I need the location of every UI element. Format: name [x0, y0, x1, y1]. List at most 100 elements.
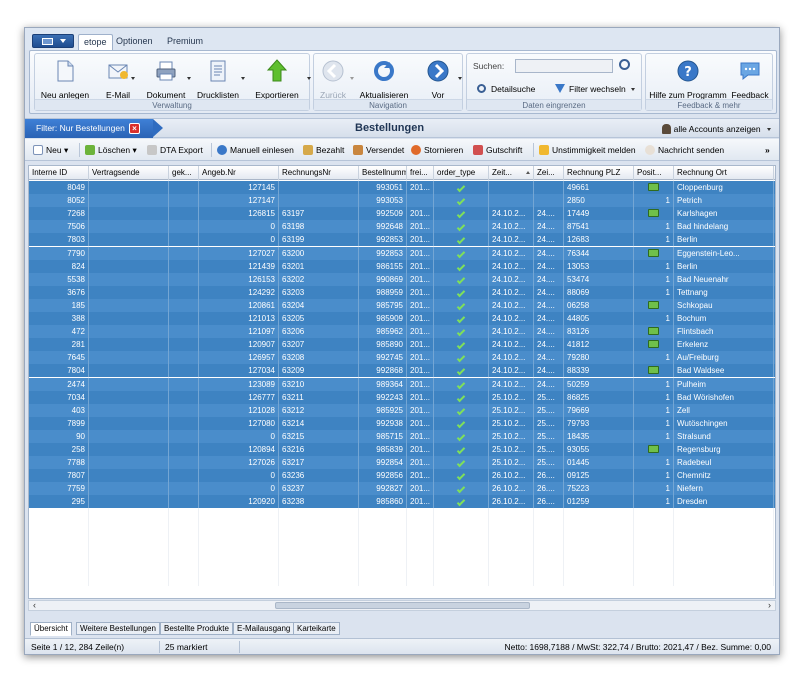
table-cell: 986155	[359, 259, 407, 273]
table-row[interactable]: 2474 123089 63210 989364 201... 24.10.2... 24.…	[29, 377, 775, 391]
table-row[interactable]: 185 120861 63204 985795 201... 24.10.2... 24..…	[29, 298, 775, 312]
column-header[interactable]: gek...	[169, 166, 199, 180]
tab-optionen[interactable]: Optionen	[111, 34, 158, 50]
money-icon	[303, 145, 313, 155]
exportieren-button[interactable]: Exportieren	[249, 57, 311, 100]
column-header[interactable]: Interne ID	[29, 166, 89, 180]
table-row[interactable]: 281 120907 63207 985890 201... 24.10.2... 24..…	[29, 338, 775, 352]
email-button[interactable]: E-Mail	[97, 57, 139, 100]
stornieren-button[interactable]: Stornieren	[411, 144, 463, 157]
table-row[interactable]: 7268 126815 63197 992509 201... 24.10.2... 24.…	[29, 207, 775, 221]
nachricht-senden-button[interactable]: Nachricht senden	[645, 144, 724, 157]
table-cell: 126777	[199, 390, 279, 404]
tab-uebersicht[interactable]: Übersicht	[30, 622, 72, 636]
table-row[interactable]: 7788 127026 63217 992854 201... 25.10.2... 25.…	[29, 456, 775, 470]
table-row[interactable]: 7899 127080 63214 992938 201... 25.10.2... 25.…	[29, 416, 775, 430]
column-header[interactable]: Zei...	[534, 166, 564, 180]
table-cell: 63214	[279, 416, 359, 430]
hilfe-button[interactable]: ? Hilfe zum Programm	[648, 57, 728, 100]
tab-karteikarte[interactable]: Karteikarte	[293, 622, 340, 635]
check-icon	[434, 259, 489, 273]
column-header[interactable]: RechnungsNr	[279, 166, 359, 180]
orders-grid[interactable]: Interne ID Vertragsende gek... Angeb.Nr Rech…	[28, 165, 776, 599]
feedback-button[interactable]: Feedback	[730, 57, 770, 100]
toolbar-overflow-icon[interactable]: »	[765, 144, 770, 157]
group-feedback: ? Hilfe zum Programm Feedback Feedback &…	[645, 53, 773, 111]
table-row[interactable]: 258 120894 63216 985839 201... 25.10.2... 25..…	[29, 443, 775, 456]
scrollbar-thumb[interactable]	[275, 602, 530, 609]
table-row[interactable]: 7807 0 63236 992856 201... 26.10.2... 26.... 09…	[29, 469, 775, 483]
column-header[interactable]: order_type	[434, 166, 489, 180]
tab-emailausgang[interactable]: E-Mailausgang	[233, 622, 295, 635]
column-header[interactable]: Angeb.Nr	[199, 166, 279, 180]
column-header[interactable]: frei...	[407, 166, 434, 180]
table-row[interactable]: 388 121013 63205 985909 201... 24.10.2... 24..…	[29, 312, 775, 325]
column-header[interactable]: Zeit...	[489, 166, 534, 180]
scroll-right-icon[interactable]: ›	[764, 601, 775, 610]
table-row[interactable]: 7034 126777 63211 992243 201... 25.10.2... 25.…	[29, 390, 775, 404]
table-row[interactable]: 824 121439 63201 986155 201... 24.10.2... 24..…	[29, 259, 775, 273]
column-header[interactable]: Vertragsende	[89, 166, 169, 180]
versendet-button[interactable]: Versendet	[353, 144, 404, 157]
table-row[interactable]: 8052 127147 993053 2850 1 Petrich	[29, 194, 775, 208]
table-cell: Schkopau	[674, 298, 774, 312]
column-header[interactable]: Rechnung Ort	[674, 166, 774, 180]
table-cell: 79280	[564, 351, 634, 365]
table-cell	[279, 194, 359, 208]
drucklisten-button[interactable]: Drucklisten	[193, 57, 245, 100]
table-row[interactable]: 7645 126957 63208 992745 201... 24.10.2... 24.…	[29, 351, 775, 365]
dokument-button[interactable]: Dokument	[141, 57, 191, 100]
table-row[interactable]: 7803 0 63199 992853 201... 24.10.2... 24.... 12…	[29, 233, 775, 247]
horizontal-scrollbar[interactable]: ‹ ›	[28, 600, 776, 611]
neu-menu[interactable]: Neu ▾	[33, 144, 68, 157]
aktualisieren-button[interactable]: Aktualisieren	[354, 57, 414, 100]
table-row[interactable]: 295 120920 63238 985860 201... 26.10.2... 26..…	[29, 495, 775, 509]
table-cell	[89, 364, 169, 378]
table-cell: 41812	[564, 338, 634, 352]
table-row[interactable]: 5538 126153 63202 990869 201... 24.10.2... 24.…	[29, 272, 775, 286]
search-input[interactable]	[515, 59, 613, 73]
zurueck-button[interactable]: Zurück	[316, 57, 354, 100]
neu-anlegen-button[interactable]: Neu anlegen	[37, 57, 93, 100]
table-cell	[89, 482, 169, 496]
group-title-feedback: Feedback & mehr	[646, 99, 772, 110]
bezahlt-button[interactable]: Bezahlt	[303, 144, 344, 157]
filter-wechseln-button[interactable]: Filter wechseln	[569, 84, 626, 94]
table-row[interactable]: 8049 127145 993051 201... 49661 Cloppenburg	[29, 181, 775, 194]
gutschrift-button[interactable]: Gutschrift	[473, 144, 522, 157]
table-row[interactable]: 403 121028 63212 985925 201... 25.10.2... 25..…	[29, 403, 775, 417]
table-cell	[89, 469, 169, 483]
manuell-einlesen-button[interactable]: Manuell einlesen	[217, 144, 294, 157]
detailsuche-button[interactable]: Detailsuche	[491, 84, 535, 94]
loeschen-menu[interactable]: Löschen ▾	[85, 144, 137, 157]
unstimmigkeit-button[interactable]: Unstimmigkeit melden	[539, 144, 636, 157]
column-header[interactable]: Posit...	[634, 166, 674, 180]
table-row[interactable]: 7759 0 63237 992827 201... 26.10.2... 26.... 75…	[29, 482, 775, 496]
table-row[interactable]: 7790 127027 63200 992853 201... 24.10.2... 24.…	[29, 246, 775, 260]
active-filter-chip[interactable]: Filter: Nur Bestellungen ×	[25, 119, 163, 138]
scroll-left-icon[interactable]: ‹	[29, 601, 40, 610]
close-icon[interactable]: ×	[129, 123, 140, 134]
tab-bestellte-produkte[interactable]: Bestellte Produkte	[160, 622, 233, 635]
table-row[interactable]: 90 0 63215 985715 201... 25.10.2... 25.... 1843…	[29, 429, 775, 443]
table-cell: 985839	[359, 443, 407, 456]
table-row[interactable]: 7506 0 63198 992648 201... 24.10.2... 24.... 87…	[29, 220, 775, 234]
vor-button[interactable]: Vor	[418, 57, 462, 100]
table-cell	[89, 298, 169, 312]
search-icon[interactable]	[619, 59, 630, 70]
application-menu-button[interactable]	[32, 34, 74, 48]
table-cell: 127145	[199, 181, 279, 194]
accounts-dropdown[interactable]: alle Accounts anzeigen	[662, 124, 771, 134]
table-cell: 06258	[564, 298, 634, 312]
table-row[interactable]: 3676 124292 63203 988959 201... 24.10.2... 24.…	[29, 285, 775, 299]
column-header[interactable]: Bestellnummer	[359, 166, 407, 180]
tab-etope[interactable]: etope	[78, 34, 113, 50]
table-cell: 121097	[199, 325, 279, 339]
table-row[interactable]: 7804 127034 63209 992868 201... 24.10.2... 24.…	[29, 364, 775, 378]
column-header[interactable]: Rechnung PLZ	[564, 166, 634, 180]
table-row[interactable]: 472 121097 63206 985962 201... 24.10.2... 24..…	[29, 325, 775, 339]
table-cell: 1	[634, 495, 674, 509]
tab-premium[interactable]: Premium	[162, 34, 208, 50]
dta-export-button[interactable]: DTA Export	[147, 144, 203, 157]
tab-weitere-bestellungen[interactable]: Weitere Bestellungen	[76, 622, 160, 635]
